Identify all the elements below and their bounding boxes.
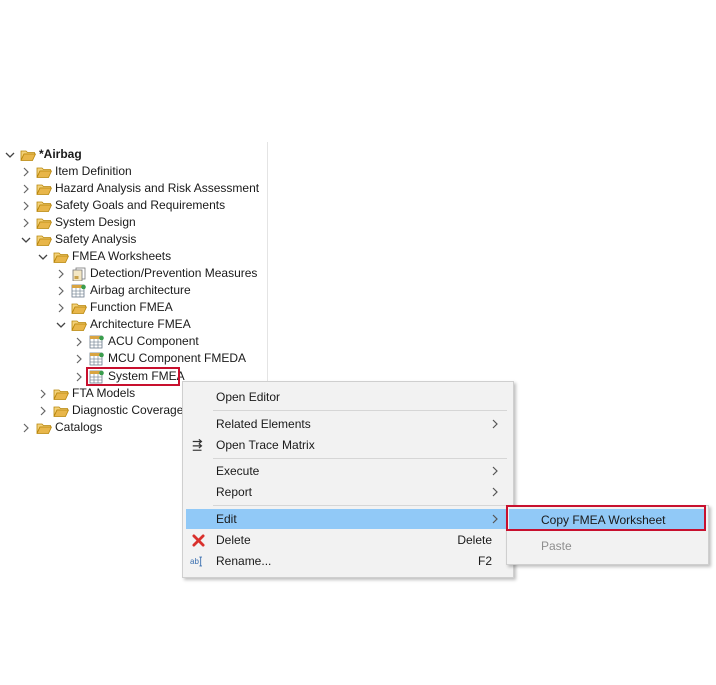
tree-item-label: Safety Analysis: [55, 232, 137, 246]
submenu-arrow-icon: [492, 419, 498, 429]
chevron-right-icon[interactable]: [36, 404, 50, 418]
worksheet-icon: [89, 334, 105, 350]
tree-item-label: Catalogs: [55, 420, 103, 434]
submenu-arrow-icon: [492, 514, 498, 524]
folder-icon: [36, 198, 52, 214]
chevron-down-icon[interactable]: [54, 318, 68, 332]
tree-item-diagnostic-coverage[interactable]: Diagnostic Coverage: [36, 402, 183, 419]
chevron-right-icon[interactable]: [36, 387, 50, 401]
menu-item-shortcut: Delete: [457, 533, 492, 547]
tree-item-label: FTA Models: [72, 386, 136, 400]
chevron-right-icon[interactable]: [19, 216, 33, 230]
tree-item-architecture-fmea[interactable]: Architecture FMEA: [54, 316, 191, 333]
folder-icon: [53, 386, 69, 402]
tree-item-label: Safety Goals and Requirements: [55, 198, 226, 212]
menu-item-rename[interactable]: ab Rename... F2: [186, 551, 509, 571]
chevron-down-icon[interactable]: [36, 250, 50, 264]
chevron-right-icon[interactable]: [19, 165, 33, 179]
tree-item-item-definition[interactable]: Item Definition: [19, 163, 132, 180]
folder-icon: [36, 215, 52, 231]
tree-item-label: Function FMEA: [90, 300, 173, 314]
tree-item-acu-component[interactable]: ACU Component: [72, 333, 199, 350]
rename-icon: ab: [190, 553, 206, 569]
menu-separator: [213, 458, 507, 459]
tree-item-function-fmea[interactable]: Function FMEA: [54, 299, 173, 316]
document-stack-icon: [71, 266, 87, 282]
menu-item-delete[interactable]: Delete Delete: [186, 530, 509, 550]
tree-item-safety-analysis[interactable]: Safety Analysis: [19, 231, 136, 248]
menu-separator: [213, 410, 507, 411]
tree-item-catalogs[interactable]: Catalogs: [19, 419, 102, 436]
tree-item-label: ACU Component: [108, 334, 199, 348]
tree-item-label: System Design: [55, 215, 136, 229]
chevron-right-icon[interactable]: [19, 182, 33, 196]
folder-icon: [36, 420, 52, 436]
open-folder-icon: [71, 317, 87, 333]
tree-item-fmea-worksheets[interactable]: FMEA Worksheets: [36, 248, 171, 265]
open-folder-icon: [36, 232, 52, 248]
chevron-right-icon[interactable]: [19, 421, 33, 435]
chevron-right-icon[interactable]: [72, 370, 86, 384]
chevron-right-icon[interactable]: [54, 267, 68, 281]
folder-icon: [53, 403, 69, 419]
tree-item-hazard-analysis[interactable]: Hazard Analysis and Risk Assessment: [19, 180, 259, 197]
menu-item-label: Execute: [216, 464, 260, 478]
tree-root-label: *Airbag: [39, 147, 82, 161]
folder-icon: [36, 181, 52, 197]
tree-item-detection-prevention[interactable]: Detection/Prevention Measures: [54, 265, 257, 282]
menu-item-report[interactable]: Report: [186, 482, 509, 502]
folder-icon: [36, 164, 52, 180]
worksheet-icon: [89, 351, 105, 367]
menu-item-related-elements[interactable]: Related Elements: [186, 414, 509, 434]
menu-item-edit[interactable]: Edit: [186, 509, 509, 529]
menu-item-label: Delete: [216, 533, 251, 547]
chevron-right-icon[interactable]: [19, 199, 33, 213]
menu-item-open-editor[interactable]: Open Editor: [186, 387, 509, 407]
tree-item-label: Detection/Prevention Measures: [90, 266, 258, 280]
menu-item-label: Rename...: [216, 554, 272, 568]
trace-matrix-icon: [190, 437, 206, 453]
menu-item-label: Report: [216, 485, 253, 499]
tree-item-safety-goals[interactable]: Safety Goals and Requirements: [19, 197, 225, 214]
chevron-right-icon[interactable]: [54, 301, 68, 315]
tree-root-airbag[interactable]: *Airbag: [3, 146, 82, 163]
delete-x-icon: [190, 532, 206, 548]
submenu-arrow-icon: [492, 466, 498, 476]
svg-text:ab: ab: [190, 557, 199, 566]
open-folder-icon: [20, 147, 36, 163]
context-menu: Open Editor Related Elements Open Trace …: [182, 381, 514, 578]
copy-item-callout: [506, 505, 706, 531]
tree-item-system-design[interactable]: System Design: [19, 214, 136, 231]
folder-icon: [71, 300, 87, 316]
chevron-down-icon[interactable]: [19, 233, 33, 247]
tree-item-label: MCU Component FMEDA: [108, 351, 247, 365]
tree-item-label: Architecture FMEA: [90, 317, 191, 331]
menu-item-label: Open Trace Matrix: [216, 438, 315, 452]
tree-item-airbag-architecture[interactable]: Airbag architecture: [54, 282, 191, 299]
menu-item-shortcut: F2: [477, 554, 492, 568]
menu-item-open-trace-matrix[interactable]: Open Trace Matrix: [186, 435, 509, 455]
chevron-right-icon[interactable]: [54, 284, 68, 298]
chevron-down-icon[interactable]: [3, 148, 17, 162]
menu-item-label: Related Elements: [216, 417, 311, 431]
open-folder-icon: [53, 249, 69, 265]
tree-item-label: Airbag architecture: [90, 283, 191, 297]
menu-item-label: Edit: [216, 512, 237, 526]
tree-item-fta-models[interactable]: FTA Models: [36, 385, 135, 402]
menu-item-paste[interactable]: Paste: [509, 535, 704, 557]
selected-item-callout: [86, 367, 180, 386]
chevron-right-icon[interactable]: [72, 352, 86, 366]
menu-item-execute[interactable]: Execute: [186, 461, 509, 481]
menu-item-label: Paste: [541, 539, 572, 553]
submenu-arrow-icon: [492, 487, 498, 497]
tree-item-mcu-component-fmeda[interactable]: MCU Component FMEDA: [72, 350, 246, 367]
tree-item-label: Item Definition: [55, 164, 132, 178]
tree-item-label: Hazard Analysis and Risk Assessment: [55, 181, 260, 195]
tree-item-label: Diagnostic Coverage: [72, 403, 184, 417]
menu-item-label: Open Editor: [216, 390, 281, 404]
tree-item-label: FMEA Worksheets: [72, 249, 172, 263]
chevron-right-icon[interactable]: [72, 335, 86, 349]
menu-separator: [213, 505, 507, 506]
worksheet-icon: [71, 283, 87, 299]
